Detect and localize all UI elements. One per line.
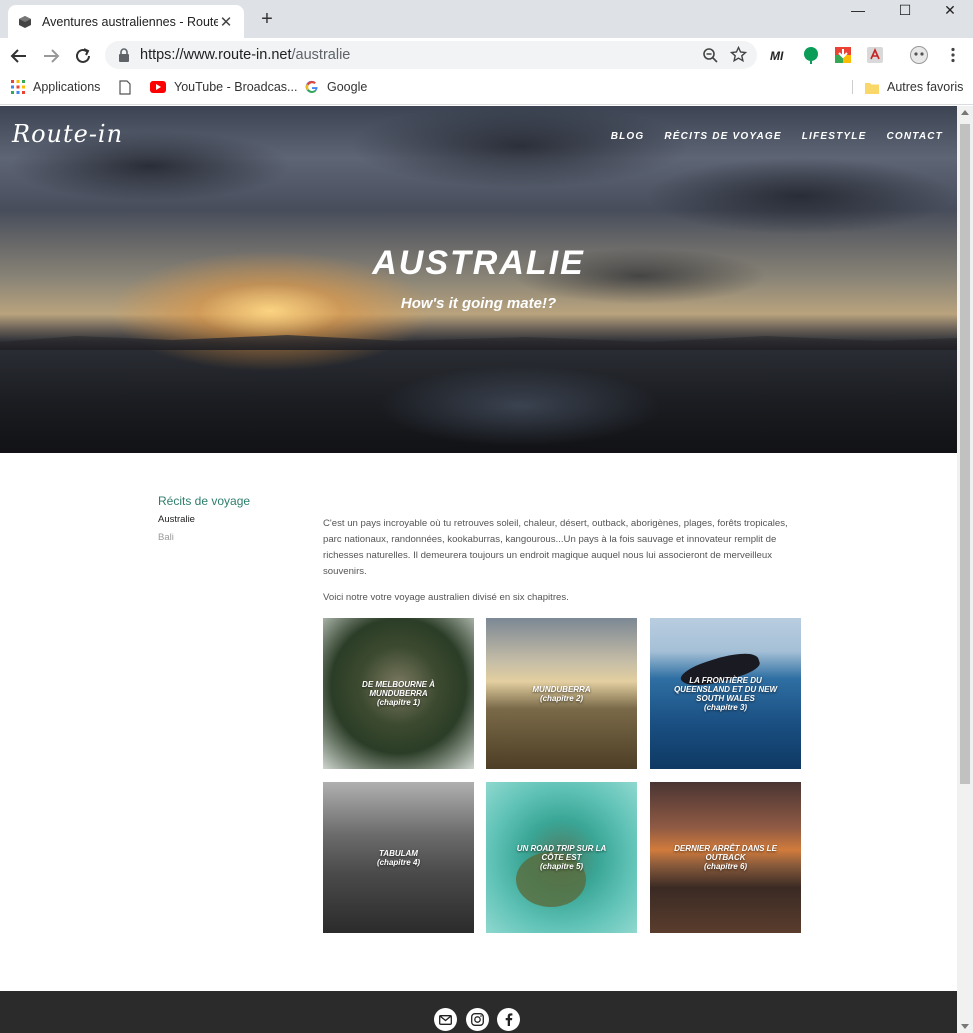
nav-lifestyle[interactable]: Lifestyle (802, 131, 867, 142)
bookmark-star-icon[interactable] (730, 46, 747, 63)
close-window-button[interactable]: ✕ (927, 0, 973, 24)
mail-link[interactable] (434, 1008, 457, 1031)
sidebar-heading[interactable]: Récits de voyage (158, 494, 250, 508)
chapter-number: (chapitre 3) (703, 702, 748, 712)
url-host: https://www.route-in.net (140, 47, 292, 63)
chapter-card-4[interactable]: Tabulam (chapitre 4) (323, 782, 474, 933)
chapter-grid: De Melbourne à Munduberra (chapitre 1) Mu… (323, 618, 801, 933)
sidebar-item-australie[interactable]: Australie (158, 514, 250, 525)
bookmarks-bar: Applications YouTube - Broadcas... Googl… (0, 72, 973, 105)
chapter-card-6[interactable]: Dernier arrêt dans le outback (chapitre 6… (650, 782, 801, 933)
arrow-left-icon (10, 49, 26, 63)
nav-recits-de-voyage[interactable]: Récits de voyage (664, 131, 781, 142)
hero-mountains (0, 335, 957, 350)
bookmark-applications[interactable]: Applications (11, 80, 100, 94)
chapter-title: Un road trip sur la côte est (516, 844, 607, 862)
page-subtitle: How's it going mate!? (400, 295, 557, 312)
scroll-up-icon[interactable] (961, 110, 969, 115)
youtube-icon (150, 81, 166, 93)
url-path: /australie (291, 47, 351, 63)
bookmark-label: YouTube - Broadcas... (174, 80, 298, 94)
extension-download-icon[interactable] (834, 46, 852, 64)
tab-close-icon[interactable]: ✕ (218, 13, 234, 31)
apps-grid-icon (11, 80, 25, 94)
site-nav: Blog Récits de voyage Lifestyle Contact (611, 131, 943, 142)
chapter-number: (chapitre 6) (703, 862, 748, 871)
facebook-icon (505, 1013, 512, 1026)
reload-icon (76, 48, 90, 63)
browser-toolbar: https://www.route-in.net/australie MI (0, 38, 973, 72)
site-logo[interactable]: Route-in (12, 120, 123, 148)
sidebar: Récits de voyage Australie Bali (158, 494, 250, 543)
google-icon (305, 80, 318, 93)
maximize-button[interactable]: ☐ (882, 0, 928, 24)
chapter-number: (chapitre 5) (539, 862, 584, 871)
nav-blog[interactable]: Blog (611, 131, 645, 142)
bookmark-google[interactable]: Google (305, 80, 367, 94)
site-favicon-icon (19, 15, 31, 28)
bookmark-other-folder[interactable]: Autres favoris (852, 80, 963, 94)
chapter-number: (chapitre 2) (539, 693, 584, 703)
chapter-title: De Melbourne à Munduberra (362, 680, 435, 698)
arrow-right-icon (44, 49, 60, 63)
page-scrollbar[interactable] (957, 106, 973, 1033)
reload-button[interactable] (72, 45, 94, 67)
instagram-icon (471, 1013, 484, 1026)
scrollbar-thumb[interactable] (960, 124, 970, 784)
minimize-button[interactable]: — (835, 0, 881, 24)
forward-button[interactable] (40, 45, 62, 67)
page-title: AUSTRALIE (372, 244, 585, 282)
address-bar[interactable]: https://www.route-in.net/australie (105, 41, 757, 69)
browser-tab[interactable]: Aventures australiennes - Route-in ✕ (8, 5, 244, 38)
extension-mi-icon[interactable]: MI (770, 46, 788, 64)
extension-leaf-icon[interactable] (802, 46, 820, 64)
chapter-card-3[interactable]: La frontière du Queensland et du New Sou… (650, 618, 801, 769)
lock-icon (119, 48, 129, 62)
browser-titlebar: Aventures australiennes - Route-in ✕ + —… (0, 0, 973, 38)
folder-icon (865, 82, 879, 94)
chapter-card-1[interactable]: De Melbourne à Munduberra (chapitre 1) (323, 618, 474, 769)
menu-kebab-icon[interactable] (944, 46, 962, 64)
tab-title: Aventures australiennes - Route-in (42, 14, 218, 29)
chapter-number: (chapitre 1) (376, 698, 421, 707)
page-icon (119, 80, 131, 95)
svg-text:MI: MI (770, 49, 784, 63)
zoom-out-icon[interactable] (702, 47, 718, 63)
scroll-down-icon[interactable] (961, 1024, 969, 1029)
hero-banner: Route-in Blog Récits de voyage Lifestyle… (0, 106, 957, 453)
facebook-link[interactable] (497, 1008, 520, 1031)
page-viewport: Route-in Blog Récits de voyage Lifestyle… (0, 106, 957, 1033)
nav-contact[interactable]: Contact (886, 131, 943, 142)
bookmark-page[interactable] (119, 80, 131, 95)
intro-text: C'est un pays incroyable où tu retrouves… (323, 516, 801, 616)
intro-paragraph-2: Voici notre votre voyage australien divi… (323, 592, 569, 603)
back-button[interactable] (8, 45, 30, 67)
chapter-card-5[interactable]: Un road trip sur la côte est (chapitre 5) (486, 782, 637, 933)
instagram-link[interactable] (466, 1008, 489, 1031)
new-tab-button[interactable]: + (257, 8, 277, 30)
chapter-title: Dernier arrêt dans le outback (674, 844, 777, 862)
bookmark-label: Autres favoris (887, 80, 964, 94)
bookmark-youtube[interactable]: YouTube - Broadcas... (150, 80, 297, 94)
chapter-number: (chapitre 4) (376, 857, 421, 867)
chapter-title: Munduberra (532, 684, 591, 694)
chapter-title: La frontière du Queensland et du New Sou… (673, 675, 778, 703)
chapter-card-2[interactable]: Munduberra (chapitre 2) (486, 618, 637, 769)
mail-icon (439, 1014, 452, 1025)
chapter-title: Tabulam (379, 848, 418, 858)
profile-avatar-icon[interactable] (910, 46, 928, 64)
bookmark-label: Google (327, 80, 368, 94)
bookmark-label: Applications (33, 80, 101, 94)
extension-pdf-icon[interactable] (866, 46, 884, 64)
intro-paragraph: C'est un pays incroyable où tu retrouves… (323, 518, 788, 577)
sidebar-item-bali[interactable]: Bali (158, 532, 250, 543)
site-footer (0, 991, 957, 1033)
